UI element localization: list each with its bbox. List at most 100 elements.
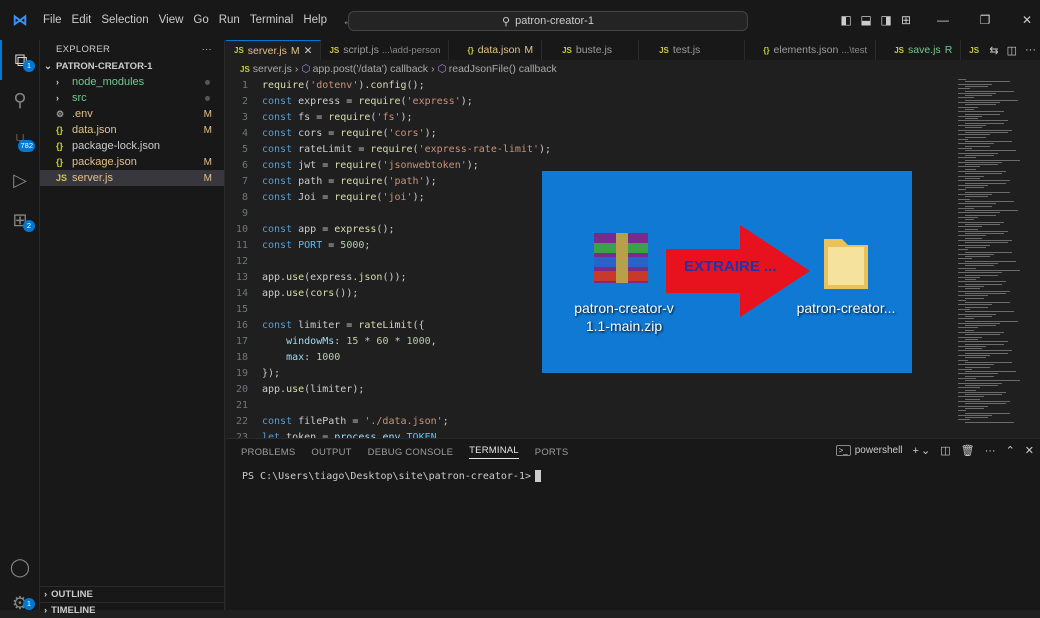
tab-status: M	[524, 44, 534, 56]
split-terminal-icon[interactable]: ◫	[940, 444, 950, 457]
maximize-panel-icon[interactable]: ⌃	[1006, 444, 1015, 457]
minimap-line	[958, 83, 992, 85]
zip-label-line1: patron-creator-v	[574, 300, 674, 316]
line-number: 14	[235, 287, 248, 299]
menu-go[interactable]: Go	[188, 0, 213, 40]
menu-run[interactable]: Run	[214, 0, 245, 40]
split-editor-icon[interactable]: ◫	[1007, 44, 1017, 57]
more-actions-icon[interactable]: ···	[202, 44, 212, 55]
chevron-down-icon[interactable]: ⌄	[921, 444, 930, 457]
line-number: 17	[235, 335, 248, 347]
js-file-icon: JS	[234, 46, 244, 55]
menu-terminal[interactable]: Terminal	[245, 0, 298, 40]
toggle-panel-icon[interactable]: ⬓	[858, 13, 874, 27]
minimap-line	[958, 143, 994, 145]
tree-item-src[interactable]: › src	[40, 90, 224, 106]
breadcrumb-call1[interactable]: app.post('/data') callback	[313, 63, 429, 75]
extensions-icon[interactable]: ⊞ 2	[0, 200, 40, 240]
tab-save-js[interactable]: JS save.js R	[876, 40, 962, 60]
search-icon: ⚲	[502, 15, 511, 28]
minimap-line	[958, 332, 1004, 333]
minimap-line	[965, 283, 1002, 285]
minimap-line	[958, 194, 992, 195]
window-controls: ◧ ⬓ ◨ ⊞ — ❐ ✕	[834, 0, 1040, 40]
customize-layout-icon[interactable]: ⊞	[898, 13, 914, 27]
minimap-line	[965, 343, 1004, 345]
outline-section[interactable]: › OUTLINE	[40, 586, 225, 602]
tab-script-js[interactable]: JS script.js ...\add-person	[321, 40, 450, 60]
menu-help[interactable]: Help	[298, 0, 332, 40]
terminal[interactable]: PS C:\Users\tiago\Desktop\site\patron-cr…	[242, 470, 541, 482]
more-actions-icon[interactable]: ···	[985, 445, 996, 457]
minimap[interactable]	[946, 77, 1040, 431]
menu-selection[interactable]: Selection	[96, 0, 153, 40]
tree-item-label: package.json	[72, 156, 137, 168]
tree-item-env[interactable]: ⚙ .env M	[40, 106, 224, 122]
extract-tutorial-image: EXTRAIRE ... patron-creator-v 1.1-main.z…	[542, 171, 912, 373]
search-view-icon[interactable]: ⚲	[0, 80, 40, 120]
code-line: 20 app.use(limiter);	[226, 381, 946, 397]
code-text: require('dotenv').config();	[262, 79, 425, 91]
restore-icon[interactable]: ❐	[972, 13, 998, 27]
trash-icon[interactable]: 🗑	[961, 444, 975, 457]
tab-problems[interactable]: PROBLEMS	[241, 447, 295, 458]
code-text: app.use(cors());	[262, 287, 359, 299]
tab-test-js[interactable]: JS test.js	[639, 40, 746, 60]
minimap-line	[965, 85, 988, 87]
close-tab-icon[interactable]: ✕	[304, 45, 313, 57]
timeline-section[interactable]: › TIMELINE	[40, 602, 225, 618]
breadcrumb-file[interactable]: server.js	[253, 63, 292, 75]
minimap-line	[965, 329, 974, 331]
json-file-icon: {}	[467, 45, 474, 55]
tab-buste-js[interactable]: JS buste.js	[542, 40, 640, 60]
shell-name[interactable]: powershell	[855, 445, 903, 456]
json-file-icon: {}	[56, 141, 64, 151]
zip-label-line2: 1.1-main.zip	[585, 318, 663, 334]
minimap-line	[958, 304, 992, 306]
settings-gear-icon[interactable]: ⚙ 1	[0, 588, 40, 618]
source-control-icon[interactable]: ⑂ 782	[0, 120, 40, 160]
chevron-down-icon: ⌄	[44, 60, 52, 72]
code-text: const path = require('path');	[262, 175, 437, 187]
tab-data-json[interactable]: {} data.json M	[449, 40, 543, 60]
json-file-icon: {}	[763, 45, 770, 55]
minimap-line	[958, 184, 988, 186]
tree-item-package-lock-json[interactable]: {} package-lock.json	[40, 138, 224, 154]
tab-terminal[interactable]: TERMINAL	[469, 445, 519, 459]
tab-description: ...\test	[841, 44, 868, 56]
code-text: windowMs: 15 * 60 * 1000,	[286, 335, 437, 347]
tree-item-node-modules[interactable]: › node_modules	[40, 74, 224, 90]
menu-view[interactable]: View	[154, 0, 189, 40]
js-file-icon: JS	[56, 173, 68, 183]
tree-item-data-json[interactable]: {} data.json M	[40, 122, 224, 138]
minimap-line	[958, 295, 988, 297]
tab-debug-console[interactable]: DEBUG CONSOLE	[368, 447, 453, 458]
tab-output[interactable]: OUTPUT	[311, 447, 351, 458]
close-panel-icon[interactable]: ✕	[1025, 444, 1034, 457]
workspace-folder[interactable]: ⌄ PATRON-CREATOR-1	[40, 58, 224, 74]
explorer-icon[interactable]: ⧉ 1	[0, 40, 40, 80]
toggle-sidebar-icon[interactable]: ◧	[838, 13, 854, 27]
run-debug-icon[interactable]: ▷	[0, 160, 40, 200]
compare-icon[interactable]: ⇆	[989, 44, 998, 57]
menu-edit[interactable]: Edit	[67, 0, 97, 40]
code-text: const fs = require('fs');	[262, 111, 413, 123]
settings-badge: 1	[23, 598, 35, 610]
tree-item-package-json[interactable]: {} package.json M	[40, 154, 224, 170]
more-actions-icon[interactable]: ···	[1025, 44, 1036, 56]
new-terminal-icon[interactable]: +	[913, 445, 919, 457]
command-center[interactable]: ⚲ patron-creator-1	[348, 11, 748, 31]
minimap-line	[958, 125, 986, 126]
line-number: 19	[235, 367, 248, 379]
tab-elements-json[interactable]: {} elements.json ...\test	[745, 40, 877, 60]
breadcrumb-call2[interactable]: readJsonFile() callback	[449, 63, 557, 75]
toggle-secondary-sidebar-icon[interactable]: ◨	[878, 13, 894, 27]
tab-ports[interactable]: PORTS	[535, 447, 569, 458]
tab-server-js[interactable]: JS server.js M ✕	[226, 40, 322, 60]
minimize-icon[interactable]: —	[930, 13, 956, 27]
minimap-line	[958, 299, 966, 301]
account-icon[interactable]: ◯	[0, 552, 40, 582]
menu-file[interactable]: File	[38, 0, 67, 40]
tree-item-server-js[interactable]: JS server.js M	[40, 170, 224, 186]
close-window-icon[interactable]: ✕	[1014, 13, 1040, 27]
